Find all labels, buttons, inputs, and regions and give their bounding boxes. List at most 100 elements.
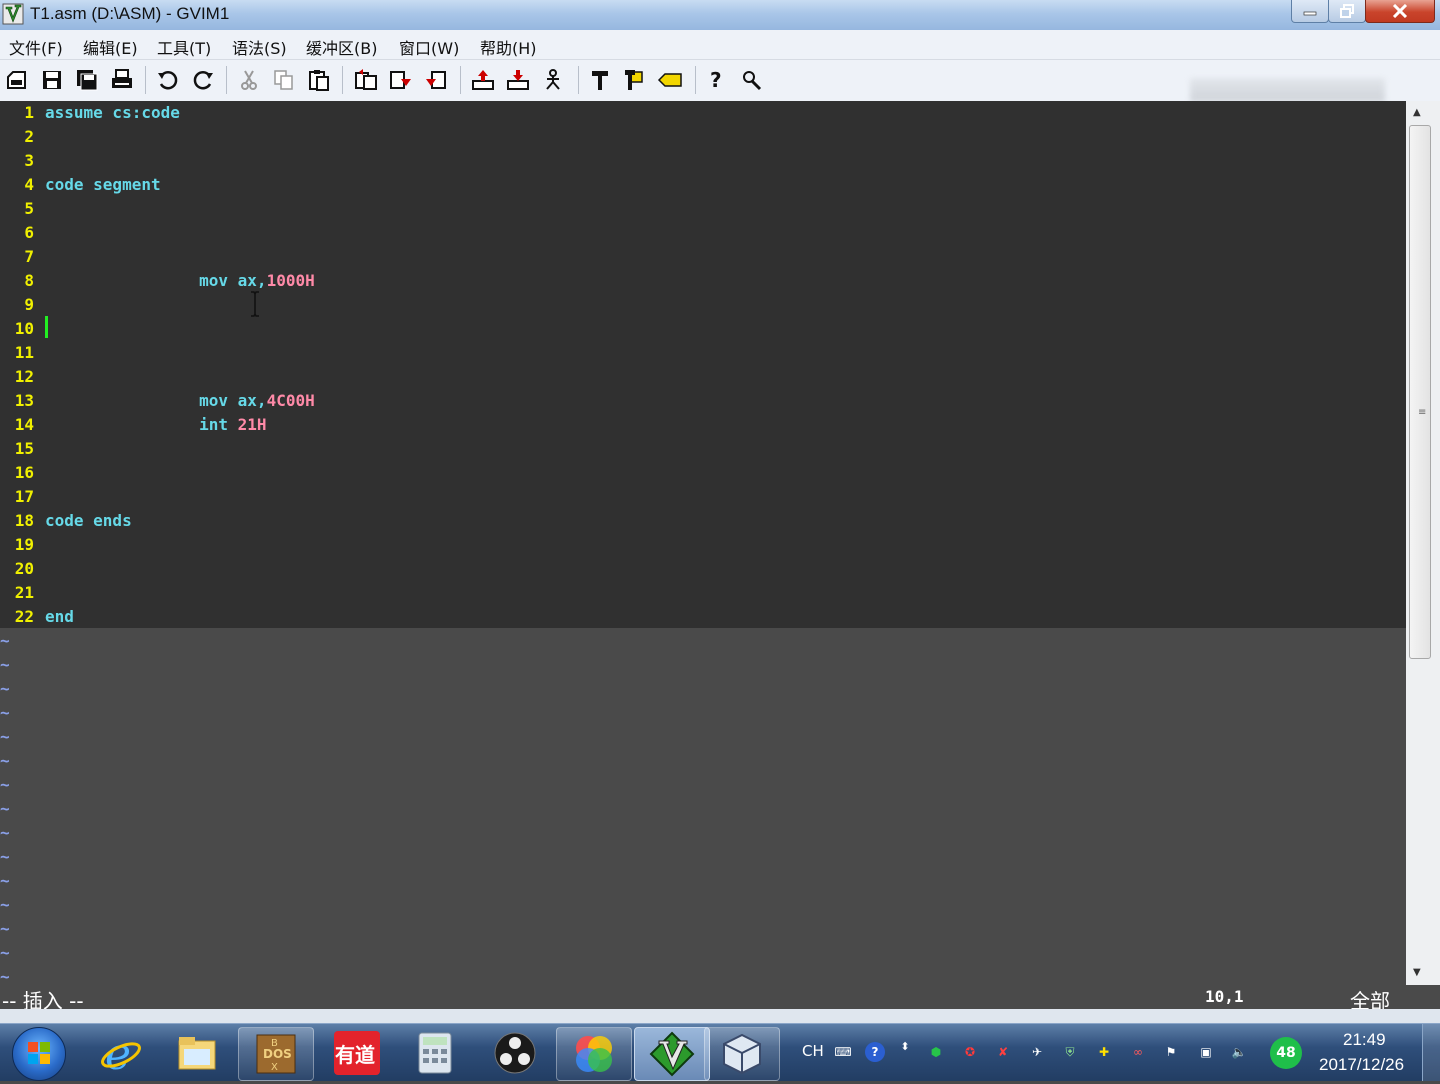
save-session-icon bbox=[507, 70, 529, 90]
menu-tools[interactable]: 工具(T) bbox=[157, 35, 211, 59]
speed-badge-icon[interactable]: 48 bbox=[1270, 1037, 1302, 1069]
print-button[interactable] bbox=[108, 66, 136, 94]
code-line[interactable]: 15 bbox=[0, 437, 1406, 461]
find-replace-button[interactable] bbox=[352, 66, 380, 94]
code-line[interactable]: 18 code ends bbox=[0, 509, 1406, 533]
code-line[interactable]: 22 end bbox=[0, 605, 1406, 629]
restore-button[interactable] bbox=[1328, 0, 1366, 23]
build-tags-button[interactable] bbox=[621, 66, 649, 94]
editor-area[interactable]: 1 assume cs:code 2 3 4 code segment 5 6 7 8 mov a… bbox=[0, 101, 1406, 986]
code-line[interactable]: 8 mov ax,1000H bbox=[0, 269, 1406, 293]
scroll-up-arrow-icon[interactable]: ▲ bbox=[1413, 107, 1421, 118]
volume-tray-icon[interactable]: 🔈 bbox=[1229, 1042, 1249, 1062]
code-line[interactable]: 21 bbox=[0, 581, 1406, 605]
taskbar-app-gvim[interactable] bbox=[634, 1027, 710, 1081]
taskbar-app-virtualbox[interactable] bbox=[704, 1027, 780, 1081]
code-text[interactable]: code ends bbox=[45, 511, 132, 530]
copy-button[interactable] bbox=[270, 66, 298, 94]
scroll-down-arrow-icon[interactable]: ▼ bbox=[1413, 967, 1421, 978]
app-tray-icon[interactable]: ✪ bbox=[960, 1042, 980, 1062]
make-button[interactable] bbox=[586, 66, 614, 94]
find-prev-button[interactable] bbox=[422, 66, 450, 94]
flag-tray-icon[interactable]: ⚑ bbox=[1161, 1042, 1181, 1062]
title-bar[interactable]: T1.asm (D:\ASM) - GVIM1 bbox=[0, 0, 1440, 30]
start-button[interactable] bbox=[12, 1027, 66, 1081]
menu-syntax[interactable]: 语法(S) bbox=[232, 35, 287, 59]
notice-tray-icon[interactable]: ✘ bbox=[993, 1042, 1013, 1062]
code-line[interactable]: 7 bbox=[0, 245, 1406, 269]
menu-edit[interactable]: 编辑(E) bbox=[83, 35, 138, 59]
show-desktop-button[interactable] bbox=[1422, 1024, 1440, 1081]
paste-button[interactable] bbox=[305, 66, 333, 94]
cut-button[interactable] bbox=[235, 66, 263, 94]
help-button[interactable]: ? bbox=[702, 66, 730, 94]
buffer-text[interactable]: 1 assume cs:code 2 3 4 code segment 5 6 7 8 mov a… bbox=[0, 101, 1406, 628]
taskbar-app-color-picker[interactable] bbox=[556, 1027, 632, 1081]
code-line[interactable]: 10 bbox=[0, 317, 1406, 341]
empty-line-marker: ~ bbox=[0, 775, 10, 794]
code-line[interactable]: 2 bbox=[0, 125, 1406, 149]
menu-buffers[interactable]: 缓冲区(B) bbox=[306, 35, 377, 59]
code-line[interactable]: 13 mov ax,4C00H bbox=[0, 389, 1406, 413]
find-help-button[interactable] bbox=[738, 66, 766, 94]
jump-tag-button[interactable] bbox=[656, 66, 684, 94]
taskbar-app-dosbox[interactable]: DOS B X bbox=[238, 1027, 314, 1081]
menu-help[interactable]: 帮助(H) bbox=[480, 35, 537, 59]
code-line[interactable]: 9 bbox=[0, 293, 1406, 317]
code-line[interactable]: 4 code segment bbox=[0, 173, 1406, 197]
code-line[interactable]: 16 bbox=[0, 461, 1406, 485]
security-tray-icon[interactable]: ⬢ bbox=[926, 1042, 946, 1062]
code-line[interactable]: 6 bbox=[0, 221, 1406, 245]
gvim-app-icon[interactable] bbox=[2, 3, 24, 25]
minimize-button[interactable] bbox=[1291, 0, 1329, 23]
virtualbox-icon bbox=[723, 1033, 761, 1075]
scrollbar-thumb[interactable]: ≡ bbox=[1409, 125, 1431, 659]
network-tray-icon[interactable]: ▣ bbox=[1196, 1042, 1216, 1062]
undo-button[interactable] bbox=[154, 66, 182, 94]
speed-badge-value: 48 bbox=[1276, 1045, 1296, 1061]
code-line[interactable]: 20 bbox=[0, 557, 1406, 581]
link-tray-icon[interactable]: ∞ bbox=[1128, 1042, 1148, 1062]
find-next-button[interactable] bbox=[387, 66, 415, 94]
code-line[interactable]: 19 bbox=[0, 533, 1406, 557]
save-all-button[interactable] bbox=[73, 66, 101, 94]
vertical-scrollbar[interactable]: ▲ ≡ ▼ bbox=[1406, 101, 1440, 985]
clock-date[interactable]: 2017/12/26 bbox=[1319, 1055, 1404, 1075]
menu-file[interactable]: 文件(F) bbox=[9, 35, 63, 59]
taskbar-app-ie[interactable]: e bbox=[84, 1027, 158, 1079]
code-line[interactable]: 1 assume cs:code bbox=[0, 101, 1406, 125]
code-line[interactable]: 12 bbox=[0, 365, 1406, 389]
taskbar-app-calculator[interactable] bbox=[398, 1027, 472, 1079]
save-session-button[interactable] bbox=[504, 66, 532, 94]
empty-line-marker: ~ bbox=[0, 751, 10, 770]
code-text[interactable]: end bbox=[45, 607, 74, 626]
code-text[interactable]: mov ax,4C00H bbox=[45, 391, 315, 410]
shield-tray-icon[interactable]: ⛨ bbox=[1060, 1042, 1080, 1062]
ime-options-icon[interactable]: ⬍ bbox=[895, 1036, 915, 1056]
code-line[interactable]: 5 bbox=[0, 197, 1406, 221]
close-button[interactable] bbox=[1365, 0, 1435, 23]
code-line[interactable]: 14 int 21H bbox=[0, 413, 1406, 437]
redo-button[interactable] bbox=[189, 66, 217, 94]
taskbar-app-obs[interactable] bbox=[478, 1027, 552, 1079]
run-script-button[interactable] bbox=[539, 66, 567, 94]
taskbar-app-youdao[interactable]: 有道 bbox=[320, 1027, 394, 1079]
help-tray-icon[interactable]: ? bbox=[865, 1042, 885, 1062]
code-text[interactable]: int 21H bbox=[45, 415, 266, 434]
taskbar-app-explorer[interactable] bbox=[160, 1027, 234, 1079]
satellite-tray-icon[interactable]: ✈ bbox=[1027, 1042, 1047, 1062]
menu-window[interactable]: 窗口(W) bbox=[399, 35, 459, 59]
code-line[interactable]: 11 bbox=[0, 341, 1406, 365]
code-text[interactable]: code segment bbox=[45, 175, 161, 194]
plus-tray-icon[interactable]: ✚ bbox=[1094, 1042, 1114, 1062]
clock-time[interactable]: 21:49 bbox=[1343, 1030, 1386, 1050]
code-text[interactable]: assume cs:code bbox=[45, 103, 180, 122]
save-button[interactable] bbox=[38, 66, 66, 94]
ime-indicator[interactable]: CH bbox=[802, 1042, 824, 1060]
code-text[interactable]: mov ax,1000H bbox=[45, 271, 315, 290]
open-button[interactable] bbox=[3, 66, 31, 94]
keyboard-icon[interactable]: ⌨ bbox=[833, 1042, 853, 1062]
load-session-button[interactable] bbox=[469, 66, 497, 94]
code-line[interactable]: 17 bbox=[0, 485, 1406, 509]
code-line[interactable]: 3 bbox=[0, 149, 1406, 173]
